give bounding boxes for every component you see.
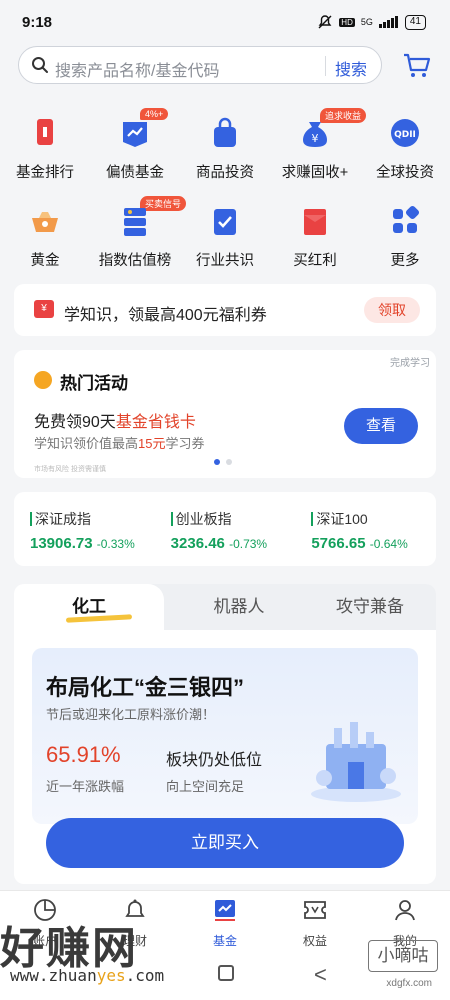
shortcut-label: 偏债基金 xyxy=(106,165,164,181)
buy-now-button[interactable]: 立即买入 xyxy=(46,818,404,868)
home-button[interactable] xyxy=(218,965,234,981)
network-label: 5G xyxy=(360,17,373,27)
shortcut-label: 行业共识 xyxy=(196,253,254,269)
more-grid-icon xyxy=(393,205,420,233)
index-item[interactable]: 深证100 5766.65 -0.64% xyxy=(295,492,436,566)
shortcut-grid: 基金排行 4%+ 偏债基金 商品投资 追求收益 ¥ 求赚固收+ QDII 全球投… xyxy=(0,108,450,288)
shortcut-commodity[interactable]: 商品投资 xyxy=(180,112,270,200)
theme-tabs: 化工 机器人 攻守兼备 xyxy=(14,584,436,630)
watermark-right-url: xdgfx.com xyxy=(386,978,432,989)
claim-button[interactable]: 领取 xyxy=(364,297,420,323)
ranking-icon xyxy=(37,119,53,145)
feature-subline: 节后或迎来化工原料涨价潮！ xyxy=(46,707,216,722)
coupon-icon: ¥ xyxy=(34,300,54,318)
shortcut-fund-ranking[interactable]: 基金排行 xyxy=(0,112,90,200)
feature-panel: 布局化工“金三银四” 节后或迎来化工原料涨价潮！ 65.91% 近一年涨跌幅 板… xyxy=(32,648,418,824)
shortcut-gold[interactable]: 黄金 xyxy=(0,200,90,288)
mute-icon xyxy=(318,15,332,29)
learning-coupon-banner[interactable]: ¥ 学知识，领最高400元福利券 领取 xyxy=(14,284,436,336)
index-name: 深证100 xyxy=(311,512,436,526)
view-button[interactable]: 查看 xyxy=(344,408,418,444)
search-button[interactable]: 搜索 xyxy=(335,56,367,80)
shortcut-row: 黄金 买卖信号 指数估值榜 行业共识 买红利 更多 xyxy=(0,196,450,288)
complete-study-label: 完成学习 xyxy=(390,358,430,369)
red-envelope-icon xyxy=(304,209,326,235)
theme-card: 化工 机器人 攻守兼备 布局化工“金三银四” 节后或迎来化工原料涨价潮！ 65.… xyxy=(14,584,436,884)
tab-robot[interactable]: 机器人 xyxy=(164,584,314,630)
factory-illustration-icon xyxy=(311,722,401,802)
qdii-icon: QDII xyxy=(391,119,419,147)
search-row: 搜索产品名称/基金代码 搜索 xyxy=(18,46,432,86)
shopping-bag-icon xyxy=(214,117,236,147)
nav-label: 基金 xyxy=(212,934,237,948)
shortcut-fixed-income[interactable]: 追求收益 ¥ 求赚固收+ xyxy=(270,108,367,200)
search-input[interactable]: 搜索产品名称/基金代码 搜索 xyxy=(18,46,382,84)
status-time: 9:18 xyxy=(22,14,53,31)
return-value: 65.91% xyxy=(46,742,121,767)
shortcut-label: 求赚固收+ xyxy=(281,165,349,181)
promo-text: 学知识，领最高400元福利券 xyxy=(64,307,267,324)
nav-fund[interactable]: 基金 xyxy=(180,891,270,950)
search-icon xyxy=(32,57,48,73)
risk-note: 市场有风险 投资需谨慎 xyxy=(34,466,106,473)
index-value-row: 5766.65 -0.64% xyxy=(311,535,408,552)
hot-activity-title: 热门活动 xyxy=(60,374,128,393)
shortcut-bond-fund[interactable]: 4%+ 偏债基金 xyxy=(90,108,180,200)
watermark-right-logo: 小嘀咕 xyxy=(368,940,438,972)
index-value-row: 3236.46 -0.73% xyxy=(170,535,268,552)
svg-text:QDII: QDII xyxy=(394,130,416,140)
status-icons: HD 5G 41 xyxy=(317,14,426,30)
market-indices: 深证成指 13906.73 -0.33% 创业板指 3236.46 -0.73%… xyxy=(14,492,436,566)
return-label: 近一年涨跌幅 xyxy=(46,779,125,794)
shortcut-label: 指数估值榜 xyxy=(98,253,172,269)
shortcut-label: 黄金 xyxy=(30,253,60,269)
shortcut-label: 买红利 xyxy=(293,253,337,269)
back-button[interactable]: < xyxy=(314,962,327,988)
svg-text:¥: ¥ xyxy=(312,132,319,145)
index-valuation-icon xyxy=(124,208,146,236)
shortcut-row: 基金排行 4%+ 偏债基金 商品投资 追求收益 ¥ 求赚固收+ QDII 全球投… xyxy=(0,108,450,200)
index-value-row: 13906.73 -0.33% xyxy=(30,535,135,552)
point-sub: 向上空间充足 xyxy=(166,779,245,794)
nav-equity[interactable]: 权益 xyxy=(270,891,360,950)
search-placeholder: 搜索产品名称/基金代码 xyxy=(55,63,220,80)
point-title: 板块仍处低位 xyxy=(166,752,263,769)
money-bag-icon: ¥ xyxy=(303,122,327,147)
coupon-icon xyxy=(304,901,326,919)
watermark-url: www.zhuanyes.com xyxy=(10,966,165,985)
shortcut-label: 商品投资 xyxy=(196,165,254,181)
shortcut-more[interactable]: 更多 xyxy=(360,200,450,288)
signal-icon xyxy=(378,16,399,28)
checklist-icon xyxy=(214,209,236,235)
shortcut-industry[interactable]: 行业共识 xyxy=(180,200,270,288)
shortcut-dividend[interactable]: 买红利 xyxy=(270,200,360,288)
activity-icon xyxy=(34,371,52,389)
shortcut-label: 基金排行 xyxy=(16,165,74,181)
bond-fund-icon xyxy=(123,122,147,147)
hot-activity-card: 完成学习 热门活动 免费领90天基金省钱卡 学知识领价值最高15元学习券 查看 … xyxy=(14,350,436,478)
nav-label: 权益 xyxy=(302,934,327,948)
status-bar: 9:18 HD 5G 41 xyxy=(0,0,450,40)
fund-chart-icon xyxy=(215,900,235,921)
search-divider xyxy=(325,56,326,76)
user-icon xyxy=(395,900,415,921)
index-name: 创业板指 xyxy=(170,512,296,526)
gold-icon xyxy=(32,212,58,232)
shortcut-label: 全球投资 xyxy=(376,165,434,181)
activity-headline: 免费领90天基金省钱卡 xyxy=(34,414,196,431)
carousel-dots xyxy=(214,459,232,465)
tab-balanced[interactable]: 攻守兼备 xyxy=(304,584,436,630)
shortcut-label: 更多 xyxy=(390,253,420,269)
shortcut-index-valuation[interactable]: 买卖信号 指数估值榜 xyxy=(90,196,187,288)
index-name: 深证成指 xyxy=(30,512,155,526)
battery-icon: 41 xyxy=(404,14,426,30)
cart-icon[interactable] xyxy=(402,50,432,80)
index-item[interactable]: 深证成指 13906.73 -0.33% xyxy=(14,492,155,566)
hd-badge: HD xyxy=(339,17,355,27)
shortcut-global[interactable]: QDII 全球投资 xyxy=(360,112,450,200)
index-item[interactable]: 创业板指 3236.46 -0.73% xyxy=(155,492,296,566)
tab-chemical[interactable]: 化工 xyxy=(14,584,164,630)
activity-subline: 学知识领价值最高15元学习券 xyxy=(34,436,205,451)
feature-headline: 布局化工“金三银四” xyxy=(46,675,245,700)
